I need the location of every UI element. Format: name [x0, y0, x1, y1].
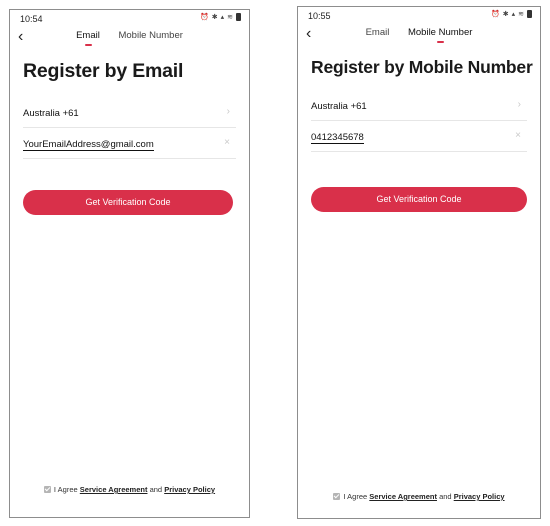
agree-and: and — [439, 492, 452, 501]
tab-email[interactable]: Email — [68, 30, 108, 46]
region-value: Australia +61 — [311, 101, 367, 112]
tab-bar: Email Mobile Number — [298, 27, 540, 43]
region-value: Australia +61 — [23, 108, 79, 119]
tab-mobile-number[interactable]: Mobile Number — [400, 27, 480, 43]
mobile-input-value[interactable]: 0412345678 — [311, 132, 364, 144]
email-field[interactable]: YourEmailAddress@gmail.com × — [23, 128, 236, 159]
alarm-icon: ⏰ — [200, 14, 210, 21]
mobile-number-field[interactable]: 0412345678 × — [311, 121, 527, 152]
service-agreement-link[interactable]: Service Agreement — [369, 492, 437, 501]
checkbox-checked-icon[interactable] — [43, 486, 51, 493]
checkbox-checked-icon[interactable] — [333, 493, 341, 500]
tab-email[interactable]: Email — [358, 27, 398, 38]
tab-mobile-number[interactable]: Mobile Number — [110, 30, 190, 41]
close-icon[interactable]: × — [224, 137, 230, 148]
battery-icon — [527, 10, 532, 18]
phone-screen-mobile: 10:55 ⏰ ✱ ▴ ≋ ‹ Email Mobile Number Regi… — [297, 6, 541, 519]
privacy-policy-link[interactable]: Privacy Policy — [454, 492, 505, 501]
status-time: 10:55 — [308, 11, 331, 21]
chevron-right-icon: › — [226, 106, 230, 117]
status-bar: 10:55 ⏰ ✱ ▴ ≋ — [298, 7, 540, 23]
privacy-policy-link[interactable]: Privacy Policy — [164, 485, 215, 494]
battery-icon — [236, 13, 241, 21]
signal-icon: ▴ — [220, 14, 226, 21]
agreement-row: I Agree Service Agreement and Privacy Po… — [298, 492, 540, 501]
chevron-right-icon: › — [517, 99, 521, 110]
wifi-icon: ≋ — [227, 14, 234, 21]
service-agreement-link[interactable]: Service Agreement — [80, 485, 148, 494]
agree-prefix: I Agree — [53, 485, 78, 494]
status-bar: 10:54 ⏰ ✱ ▴ ≋ — [10, 10, 249, 26]
get-verification-code-button[interactable]: Get Verification Code — [23, 190, 233, 215]
get-verification-code-button[interactable]: Get Verification Code — [311, 187, 527, 212]
alarm-icon: ⏰ — [491, 11, 501, 18]
agree-prefix: I Agree — [343, 492, 368, 501]
page-title: Register by Email — [23, 60, 184, 82]
page-title: Register by Mobile Number — [311, 57, 533, 77]
status-icons: ⏰ ✱ ▴ ≋ — [200, 13, 241, 21]
region-selector[interactable]: Australia +61 › — [311, 90, 527, 121]
tab-bar: Email Mobile Number — [10, 30, 249, 46]
agreement-row: I Agree Service Agreement and Privacy Po… — [10, 485, 249, 494]
email-input-value[interactable]: YourEmailAddress@gmail.com — [23, 139, 154, 151]
close-icon[interactable]: × — [515, 130, 521, 141]
signal-icon: ▴ — [511, 11, 517, 18]
agree-and: and — [149, 485, 163, 494]
status-time: 10:54 — [20, 14, 43, 24]
nav-bar: ‹ Email Mobile Number — [10, 26, 249, 52]
wifi-icon: ≋ — [518, 11, 525, 18]
region-selector[interactable]: Australia +61 › — [23, 97, 236, 128]
bluetooth-icon: ✱ — [502, 11, 510, 18]
nav-bar: ‹ Email Mobile Number — [298, 23, 540, 49]
phone-screen-email: 10:54 ⏰ ✱ ▴ ≋ ‹ Email Mobile Number Regi… — [9, 9, 250, 518]
bluetooth-icon: ✱ — [211, 14, 219, 21]
status-icons: ⏰ ✱ ▴ ≋ — [491, 10, 532, 18]
